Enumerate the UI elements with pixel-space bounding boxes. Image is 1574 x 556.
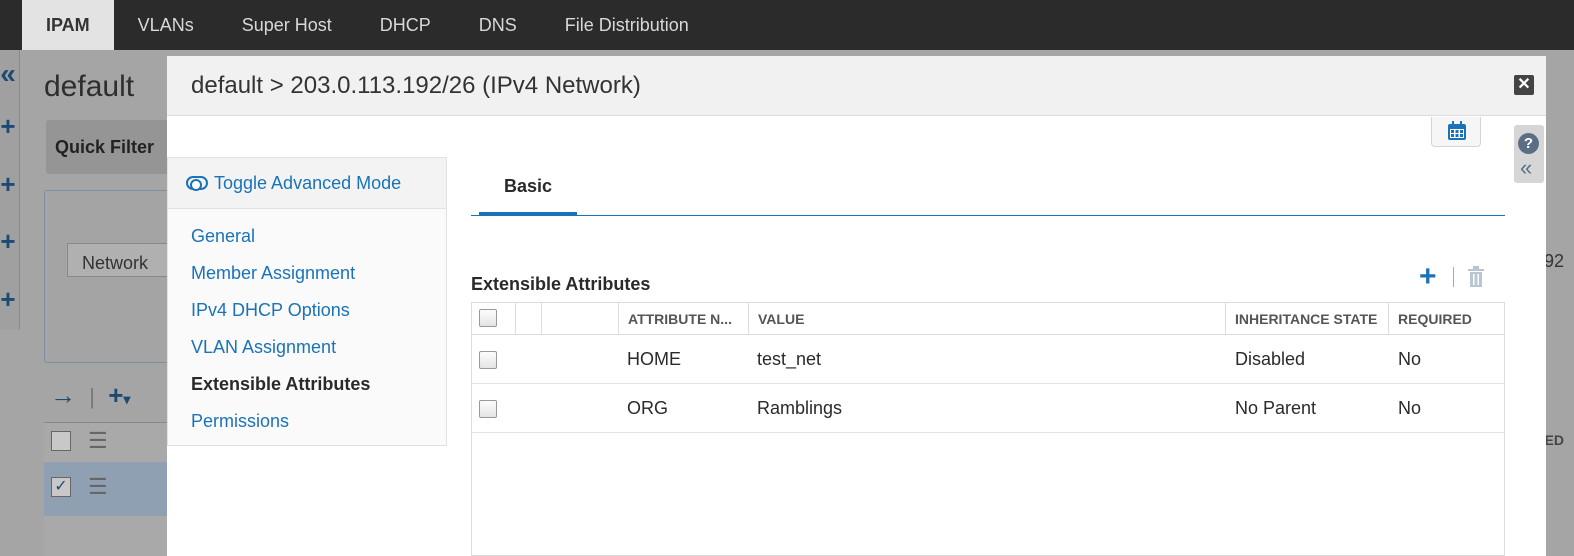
attribute-name-cell: HOME xyxy=(627,349,681,369)
background-header-fragment: ED xyxy=(1544,432,1564,448)
nav-item-vlan-assignment[interactable]: VLAN Assignment xyxy=(191,337,336,358)
attribute-name-cell: ORG xyxy=(627,398,669,418)
column-header-required[interactable]: REQUIRED xyxy=(1388,303,1503,335)
menu-icon[interactable]: ☰ xyxy=(88,428,108,454)
attribute-value-cell: Ramblings xyxy=(757,398,843,418)
nav-item-extensible-attributes[interactable]: Extensible Attributes xyxy=(191,374,370,395)
toggle-icon xyxy=(186,176,208,191)
top-navigation: IPAM VLANs Super Host DHCP DNS File Dist… xyxy=(0,0,1574,50)
tab-basic[interactable]: Basic xyxy=(479,156,577,216)
table-row[interactable]: ORG Ramblings No Parent No xyxy=(472,384,1504,433)
extensible-attributes-grid: ATTRIBUTE N... VALUE INHERITANCE STATE R… xyxy=(471,302,1505,556)
grid-header-blank xyxy=(541,303,619,335)
modal-header: default > 203.0.113.192/26 (IPv4 Network… xyxy=(167,56,1546,116)
network-field-label: Network xyxy=(82,253,149,273)
column-header-attribute-name[interactable]: ATTRIBUTE N... xyxy=(618,303,749,335)
row-checkbox[interactable] xyxy=(479,400,497,418)
chevron-down-icon[interactable]: ▾ xyxy=(123,391,130,407)
quick-filter-bar: Quick Filter xyxy=(46,120,176,174)
close-icon[interactable]: ✕ xyxy=(1514,75,1534,95)
inheritance-state-cell: No Parent xyxy=(1235,398,1317,418)
collapse-left-icon[interactable]: « xyxy=(1520,157,1532,179)
add-icon[interactable]: + xyxy=(108,380,123,410)
help-icon[interactable]: ? xyxy=(1518,133,1539,154)
row-checkbox[interactable] xyxy=(479,351,497,369)
schedule-button[interactable] xyxy=(1431,117,1481,147)
table-row[interactable]: HOME test_net Disabled No xyxy=(472,335,1504,384)
tab-file-distribution[interactable]: File Distribution xyxy=(541,0,713,50)
background-toolbar: → | +▾ xyxy=(50,380,130,411)
modal-title: default > 203.0.113.192/26 (IPv4 Network… xyxy=(191,72,641,99)
inheritance-state-cell: Disabled xyxy=(1235,349,1306,369)
select-all-checkbox[interactable] xyxy=(479,309,497,327)
section-title: Extensible Attributes xyxy=(471,274,651,294)
column-header-inheritance-state[interactable]: INHERITANCE STATE xyxy=(1225,303,1389,335)
select-all-checkbox[interactable] xyxy=(51,431,71,451)
toolbar-divider: | xyxy=(89,384,95,409)
nav-item-member-assignment[interactable]: Member Assignment xyxy=(191,263,355,284)
row-checkbox[interactable]: ✓ xyxy=(51,477,71,497)
modal-side-nav: Toggle Advanced Mode General Member Assi… xyxy=(167,157,447,446)
toggle-advanced-mode[interactable]: Toggle Advanced Mode xyxy=(168,158,446,209)
toggle-advanced-mode-label: Toggle Advanced Mode xyxy=(214,172,402,193)
nav-item-general[interactable]: General xyxy=(191,226,255,247)
required-cell: No xyxy=(1398,398,1422,418)
expand-panel-icon[interactable]: « xyxy=(0,60,16,88)
page-title: default xyxy=(44,70,135,103)
help-panel-strip: ? « xyxy=(1514,125,1544,183)
toolbar-divider xyxy=(1453,267,1454,287)
tab-dns[interactable]: DNS xyxy=(455,0,541,50)
tab-ipam[interactable]: IPAM xyxy=(22,0,114,50)
add-icon[interactable]: + xyxy=(0,171,16,197)
nav-item-ipv4-dhcp-options[interactable]: IPv4 DHCP Options xyxy=(191,300,350,321)
grid-header: ATTRIBUTE N... VALUE INHERITANCE STATE R… xyxy=(472,303,1504,335)
background-text-fragment: 92 xyxy=(1543,251,1564,271)
left-toolbar-rail: « + + + + xyxy=(0,50,20,330)
add-icon[interactable]: + xyxy=(0,228,16,254)
add-icon[interactable]: + xyxy=(0,113,16,139)
quick-filter-label: Quick Filter xyxy=(55,137,155,157)
content-tabs: Basic xyxy=(471,156,1505,216)
network-field[interactable]: Network xyxy=(67,243,177,277)
column-header-value[interactable]: VALUE xyxy=(748,303,1226,335)
add-attribute-icon[interactable]: + xyxy=(1419,262,1437,292)
required-cell: No xyxy=(1398,349,1422,369)
tab-vlans[interactable]: VLANs xyxy=(114,0,218,50)
trash-icon[interactable] xyxy=(1467,266,1485,288)
tab-dhcp[interactable]: DHCP xyxy=(356,0,455,50)
arrow-right-icon[interactable]: → xyxy=(50,380,76,410)
menu-icon[interactable]: ☰ xyxy=(88,474,108,500)
grid-header-blank xyxy=(515,303,542,335)
add-icon[interactable]: + xyxy=(0,286,16,312)
tab-super-host[interactable]: Super Host xyxy=(218,0,356,50)
edit-network-modal: default > 203.0.113.192/26 (IPv4 Network… xyxy=(167,56,1546,556)
calendar-icon xyxy=(1448,121,1466,140)
nav-item-permissions[interactable]: Permissions xyxy=(191,411,289,432)
attribute-value-cell: test_net xyxy=(757,349,822,369)
